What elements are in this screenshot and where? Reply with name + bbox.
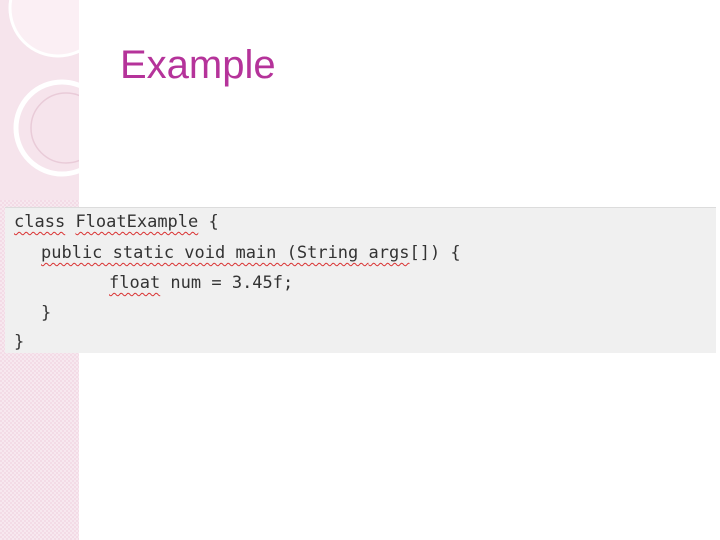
code-line-class-declaration: class FloatExample { — [14, 214, 219, 231]
code-token-args: args — [368, 243, 410, 263]
code-token-args-rest: []) { — [409, 243, 461, 263]
code-line-float-declaration: float num = 3.45f; — [109, 275, 293, 292]
code-line-main-method: public static void main (String args[]) … — [41, 245, 461, 262]
code-token-open-brace: { — [198, 212, 219, 232]
code-token-main-signature: public static void main (String — [41, 243, 369, 263]
code-token-assignment: num = 3.45f; — [160, 273, 294, 293]
code-token-class-keyword: class — [14, 212, 66, 232]
code-snippet: class FloatExample { public static void … — [5, 207, 716, 353]
code-token-class-name: FloatExample — [75, 212, 199, 232]
code-line-close-class: } — [14, 332, 25, 352]
code-token-float-keyword: float — [109, 273, 161, 293]
code-line-close-method: } — [41, 303, 52, 323]
decorative-circles — [0, 0, 79, 200]
slide-title: Example — [120, 43, 276, 87]
